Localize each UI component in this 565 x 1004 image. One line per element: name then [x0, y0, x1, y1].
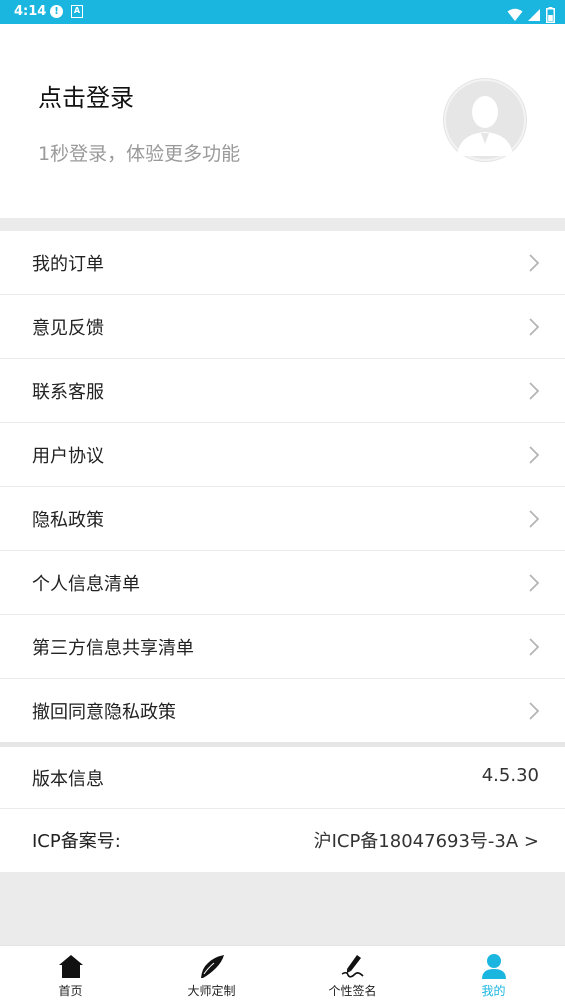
- tab-signature[interactable]: 个性签名: [282, 946, 423, 1004]
- menu-item-label: 隐私政策: [32, 510, 104, 531]
- pen-icon: [341, 955, 364, 978]
- bottom-tab-bar: 首页 大师定制 个性签名 我的: [0, 945, 565, 1004]
- alert-icon: !: [50, 5, 63, 18]
- menu-item-label: 个人信息清单: [32, 574, 140, 595]
- menu-item-label: 我的订单: [32, 254, 104, 275]
- tab-home[interactable]: 首页: [0, 946, 141, 1004]
- battery-icon: [546, 6, 555, 23]
- icp-link[interactable]: 沪ICP备18047693号-3A >: [314, 827, 539, 853]
- tab-label: 个性签名: [328, 984, 377, 998]
- menu-item-orders[interactable]: 我的订单: [0, 231, 565, 295]
- status-icons: [507, 4, 555, 23]
- version-label: 版本信息: [32, 769, 104, 790]
- tab-mine[interactable]: 我的: [423, 946, 564, 1004]
- version-row: 版本信息 4.5.30: [0, 747, 565, 809]
- menu-list: 我的订单 意见反馈 联系客服 用户协议 隐私政策 个人信息清单 第三方信息共享清…: [0, 231, 565, 743]
- tab-label: 我的: [481, 984, 506, 998]
- status-time: 4:14: [14, 4, 47, 19]
- menu-item-withdraw-consent[interactable]: 撤回同意隐私政策: [0, 679, 565, 743]
- menu-item-label: 意见反馈: [32, 318, 104, 339]
- menu-item-customer-service[interactable]: 联系客服: [0, 359, 565, 423]
- icp-label: ICP备案号:: [32, 831, 121, 852]
- brush-icon: [200, 955, 224, 978]
- avatar[interactable]: [443, 78, 527, 162]
- menu-item-privacy-policy[interactable]: 隐私政策: [0, 487, 565, 551]
- menu-item-feedback[interactable]: 意见反馈: [0, 295, 565, 359]
- icp-row[interactable]: ICP备案号: 沪ICP备18047693号-3A >: [0, 809, 565, 872]
- chevron-right-icon: [529, 638, 540, 656]
- menu-item-label: 撤回同意隐私政策: [32, 702, 176, 723]
- home-icon: [58, 955, 83, 978]
- default-user-avatar-icon: [444, 79, 526, 161]
- chevron-right-icon: [529, 702, 540, 720]
- login-title[interactable]: 点击登录: [38, 78, 134, 113]
- tab-label: 首页: [58, 984, 83, 998]
- menu-item-third-party-sharing[interactable]: 第三方信息共享清单: [0, 615, 565, 679]
- version-value: 4.5.30: [481, 765, 539, 786]
- profile-header[interactable]: 点击登录 1秒登录，体验更多功能: [0, 24, 565, 218]
- info-section: 版本信息 4.5.30 ICP备案号: 沪ICP备18047693号-3A >: [0, 747, 565, 872]
- chevron-right-icon: [529, 574, 540, 592]
- menu-item-user-agreement[interactable]: 用户协议: [0, 423, 565, 487]
- menu-item-personal-info-list[interactable]: 个人信息清单: [0, 551, 565, 615]
- tab-master-custom[interactable]: 大师定制: [141, 946, 282, 1004]
- signal-icon: [527, 8, 540, 21]
- menu-item-label: 第三方信息共享清单: [32, 638, 194, 659]
- login-subtitle: 1秒登录，体验更多功能: [38, 143, 241, 165]
- wifi-icon: [507, 8, 523, 21]
- chevron-right-icon: [529, 254, 540, 272]
- chevron-right-icon: [529, 446, 540, 464]
- status-bar: 4:14 ! A: [0, 0, 565, 24]
- menu-item-label: 联系客服: [32, 382, 104, 403]
- menu-item-label: 用户协议: [32, 446, 104, 467]
- person-icon: [481, 954, 506, 979]
- a-icon: A: [71, 5, 83, 18]
- chevron-right-icon: [529, 510, 540, 528]
- chevron-right-icon: [529, 318, 540, 336]
- chevron-right-icon: [529, 382, 540, 400]
- tab-label: 大师定制: [187, 984, 236, 998]
